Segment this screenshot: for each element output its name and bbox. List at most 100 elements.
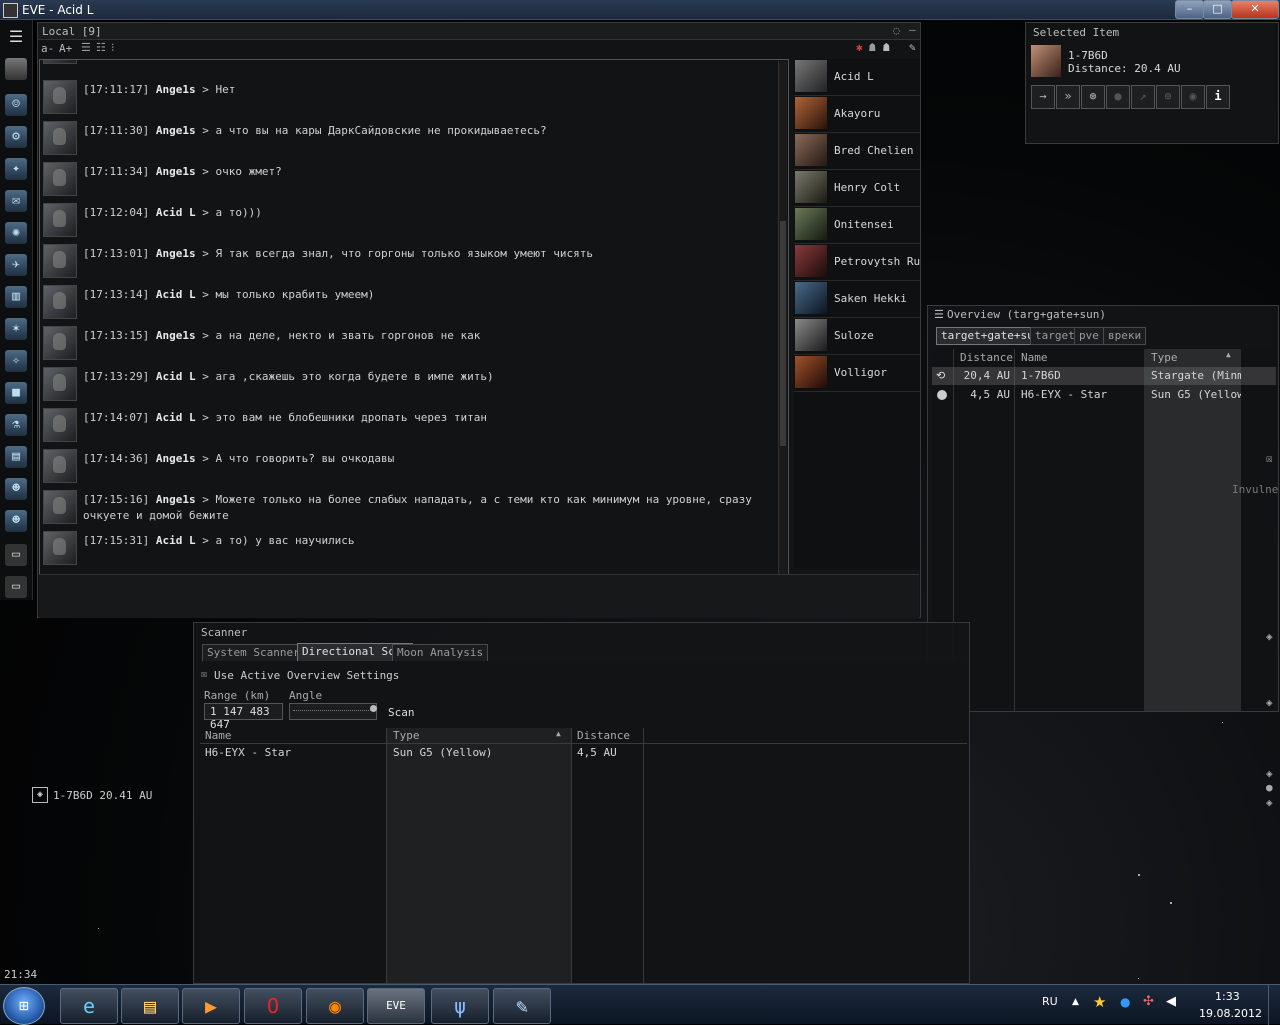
angle-slider[interactable] [289, 703, 377, 720]
tab-wrecks[interactable]: вреки [1103, 327, 1147, 345]
member-list[interactable]: Acid L Akayoru Bred Chelien Henry Colt O… [794, 59, 920, 569]
column-type[interactable]: Type [393, 729, 420, 743]
menu-icon[interactable]: ☰ [5, 26, 27, 48]
overview-window[interactable]: ☰ Overview (targ+gate+sun) target+gate+s… [927, 305, 1279, 712]
avatar[interactable] [43, 244, 77, 278]
column-name[interactable]: Name [1021, 351, 1048, 365]
show-desktop-button[interactable] [1268, 985, 1280, 1025]
member-item[interactable]: Suloze [794, 318, 920, 355]
column-type[interactable]: Type [1151, 351, 1178, 365]
table-row[interactable]: ⟲ 20,4 AU 1-7B6D Stargate (Minma [932, 367, 1276, 385]
avatar[interactable] [43, 449, 77, 483]
tab-pve[interactable]: pve [1074, 327, 1104, 345]
lock-target-icon[interactable]: ⊕ [1156, 85, 1180, 109]
look-at-icon[interactable]: ◉ [1181, 85, 1205, 109]
avatar[interactable] [43, 203, 77, 237]
chat-message-list[interactable]: [17:11:17] Ange1s > Нет [17:11:30] Ange1… [39, 59, 789, 591]
clock-time[interactable]: 1:33 [1215, 990, 1240, 1003]
tray-app-icon[interactable]: ✣ [1143, 994, 1154, 1009]
checkbox-icon[interactable]: ☒ [201, 669, 207, 680]
avatar[interactable] [43, 531, 77, 565]
assets-icon[interactable]: ■ [5, 382, 27, 404]
list-view-icon[interactable]: ☰ [81, 41, 91, 54]
chat-scrollbar[interactable] [778, 61, 787, 587]
network-icon[interactable]: ● [1120, 995, 1130, 1009]
sort-ascending-icon[interactable]: ▲ [1226, 350, 1231, 359]
maximize-button[interactable]: □ [1203, 0, 1232, 19]
help-icon[interactable]: ☻ [5, 510, 27, 532]
planet-bracket-icon[interactable]: ◈ [1266, 796, 1273, 809]
slider-handle[interactable] [370, 705, 377, 712]
tab-target-gate-sun[interactable]: target+gate+sun [936, 327, 1046, 345]
notebook-icon[interactable]: ▤ [5, 446, 27, 468]
show-info-icon[interactable]: i [1206, 85, 1230, 109]
warp-to-icon[interactable]: » [1056, 85, 1080, 109]
orbit-icon[interactable]: ● [1106, 85, 1130, 109]
range-input[interactable]: 1 147 483 647 [204, 703, 283, 731]
language-indicator[interactable]: RU [1042, 995, 1058, 1008]
avatar[interactable] [43, 326, 77, 360]
sun-bracket-icon[interactable]: ● [1266, 781, 1273, 794]
member-item[interactable]: Volligor [794, 355, 920, 392]
market-icon[interactable]: ✦ [5, 158, 27, 180]
scan-results-table[interactable]: Name Type ▲ Distance H6-EYX - Star Sun G… [200, 728, 967, 983]
member-item[interactable]: Acid L [794, 59, 920, 96]
chat-input[interactable] [39, 574, 919, 618]
column-name[interactable]: Name [205, 729, 232, 743]
minimize-button[interactable]: – [1175, 0, 1204, 19]
clock-date[interactable]: 19.08.2012 [1199, 1007, 1262, 1020]
contacts-icon[interactable]: ☻ [5, 478, 27, 500]
table-row[interactable]: H6-EYX - Star Sun G5 (Yellow) 4,5 AU [200, 744, 967, 762]
column-distance[interactable]: Distance [577, 729, 630, 743]
industry-icon[interactable]: ▥ [5, 286, 27, 308]
app-icon[interactable]: ψ [431, 988, 489, 1024]
overview-table[interactable]: Distance Name Type ▲ ⟲ 20,4 AU 1-7B6D St… [932, 349, 1276, 711]
media-player-icon[interactable]: ▶ [182, 988, 240, 1024]
avatar[interactable] [43, 408, 77, 442]
character-portrait[interactable] [5, 58, 27, 80]
avatar[interactable] [43, 121, 77, 155]
tab-moon-analysis[interactable]: Moon Analysis [392, 644, 489, 662]
detail-view-icon[interactable]: ⁝ [111, 41, 115, 54]
member-item[interactable]: Bred Chelien [794, 133, 920, 170]
minimize-window-icon[interactable]: – [909, 23, 916, 36]
avatar[interactable] [43, 162, 77, 196]
fleet-icon[interactable]: ✈ [5, 254, 27, 276]
scan-button[interactable]: Scan [388, 706, 415, 719]
local-chat-window[interactable]: Local [9] ◌ – a- A+ ☰ ☷ ⁝ ✱ ☗ ☗ ✎ [17:11… [37, 22, 921, 618]
font-increase-button[interactable]: A+ [59, 42, 72, 55]
selected-item-window[interactable]: Selected Item 1-7B6D Distance: 20.4 AU →… [1025, 22, 1279, 144]
tab-target[interactable]: target [1030, 327, 1080, 345]
jump-icon[interactable]: ⊛ [1081, 85, 1105, 109]
mail-icon[interactable]: ✉ [5, 190, 27, 212]
firefox-icon[interactable]: ◉ [306, 988, 364, 1024]
notepad-icon[interactable]: ✎ [493, 988, 551, 1024]
keep-at-range-icon[interactable]: ↗ [1131, 85, 1155, 109]
scanner-window[interactable]: Scanner System Scanner Directional Scan … [193, 622, 970, 984]
minimized-window-icon[interactable]: ▭ [5, 576, 27, 598]
table-row[interactable]: 4,5 AU H6-EYX - Star Sun G5 (Yellow) [932, 386, 1276, 404]
target-icon[interactable]: ◈ [1266, 696, 1273, 709]
member-item[interactable]: Onitensei [794, 207, 920, 244]
column-distance[interactable]: Distance [960, 351, 1013, 365]
avatar[interactable] [43, 80, 77, 114]
show-hidden-icons-icon[interactable]: ▲ [1072, 997, 1079, 1007]
star-icon[interactable]: ★ [1093, 993, 1106, 1011]
font-decrease-button[interactable]: a- [41, 42, 54, 55]
science-icon[interactable]: ⚗ [5, 414, 27, 436]
members-icon[interactable]: ☗ [883, 41, 890, 54]
chat-bubble-icon[interactable]: ✎ [909, 41, 916, 54]
start-button[interactable]: ⊞ [3, 987, 45, 1025]
settings-icon[interactable]: ◌ [893, 24, 900, 37]
tab-system-scanner[interactable]: System Scanner [202, 644, 305, 662]
eve-icon[interactable]: EVE [367, 988, 425, 1024]
ie-icon[interactable]: e [60, 988, 118, 1024]
member-item[interactable]: Saken Hekki [794, 281, 920, 318]
target-icon[interactable]: ◈ [1266, 630, 1273, 643]
volume-icon[interactable]: ◀ [1166, 994, 1176, 1009]
explorer-icon[interactable]: ▤ [121, 988, 179, 1024]
approach-icon[interactable]: → [1031, 85, 1055, 109]
scrollbar-thumb[interactable] [780, 221, 786, 446]
avatar[interactable] [43, 490, 77, 524]
avatar[interactable] [43, 367, 77, 401]
